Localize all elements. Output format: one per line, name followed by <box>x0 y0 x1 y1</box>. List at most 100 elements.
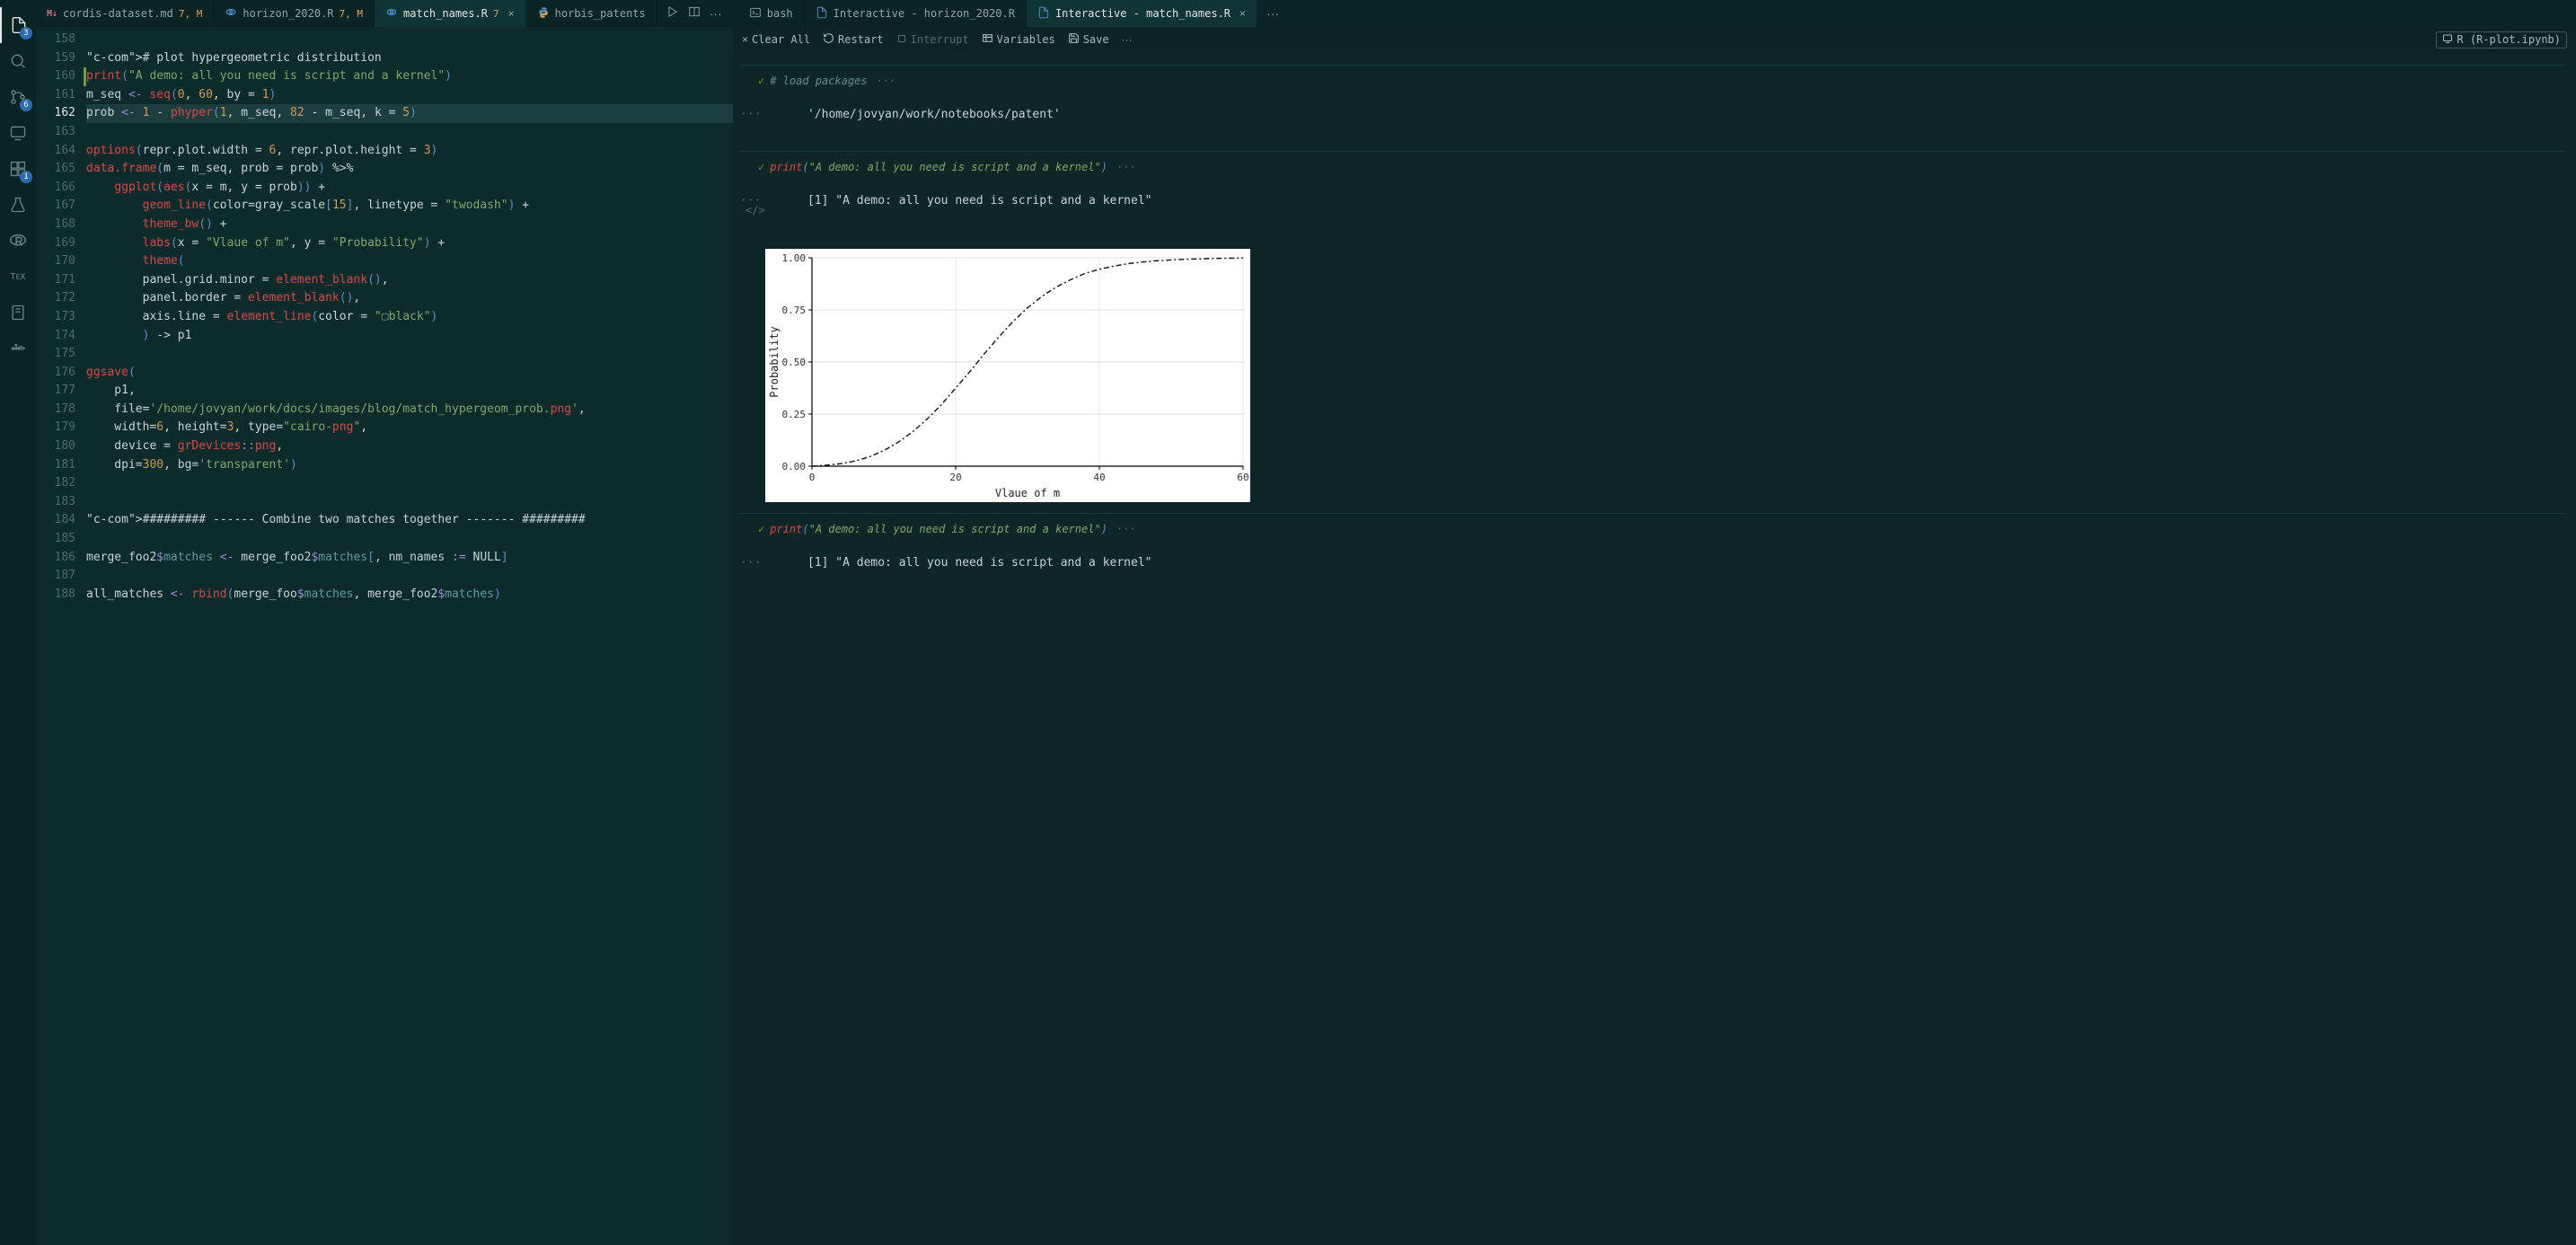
tab-label: match_names.R <box>403 7 488 20</box>
svg-text:0.50: 0.50 <box>782 357 807 368</box>
out-text: '/home/jovyan/work/notebooks/patent' <box>807 108 1061 121</box>
svg-text:0: 0 <box>809 472 816 483</box>
svg-text:0.25: 0.25 <box>782 409 807 420</box>
tab-status: 7, M <box>340 8 364 20</box>
tab-status: 7, M <box>179 8 203 20</box>
restart-button[interactable]: Restart <box>823 32 884 47</box>
out-prefix: ··· <box>740 556 761 570</box>
tb-label: Clear All <box>752 33 810 46</box>
svg-text:Vlaue of m: Vlaue of m <box>995 487 1060 499</box>
out-prefix: ··· <box>740 108 761 121</box>
tab-horizon[interactable]: horizon_2020.R 7, M <box>214 0 375 27</box>
save-button[interactable]: Save <box>1068 32 1109 47</box>
tab-label: Interactive - match_names.R <box>1055 7 1231 20</box>
stop-icon <box>896 33 907 47</box>
more-icon[interactable]: ··· <box>1122 33 1133 46</box>
restart-icon <box>823 32 834 47</box>
cells-area: ✓ # load packages ··· ··· '/home/jovyan/w… <box>733 52 2576 1245</box>
close-icon: × <box>742 33 748 46</box>
clear-all-button[interactable]: × Clear All <box>742 33 810 46</box>
plot-output: 0 20 40 60 0.00 0.25 0.50 0.75 1.00 Vlaue of m Pro… <box>765 249 1250 502</box>
interrupt-button: Interrupt <box>896 33 969 47</box>
line-gutter: 1581591601611621631641651661671681691701… <box>36 27 86 1245</box>
file-icon <box>816 6 828 22</box>
out-text: [1] "A demo: all you need is script and … <box>807 194 1152 208</box>
variables-icon <box>982 32 993 47</box>
cell-fn: print <box>770 161 802 173</box>
explorer-badge: 3 <box>20 27 32 40</box>
tab-interactive-match[interactable]: Interactive - match_names.R × <box>1027 0 1257 27</box>
tb-label: Interrupt <box>911 33 969 46</box>
svg-text:0.00: 0.00 <box>782 461 807 472</box>
svg-text:Probability: Probability <box>768 326 781 397</box>
save-icon <box>1068 32 1080 47</box>
docker-icon[interactable] <box>0 331 36 366</box>
python-icon <box>537 6 550 22</box>
tex-icon[interactable]: TEX <box>0 259 36 295</box>
remote-icon[interactable] <box>0 115 36 151</box>
svg-text:20: 20 <box>949 472 961 483</box>
svg-text:40: 40 <box>1093 472 1105 483</box>
check-icon: ✓ <box>758 75 764 87</box>
more-icon[interactable]: ··· <box>710 6 722 21</box>
cell-arg: "A demo: all you need is script and a ke… <box>809 523 1101 535</box>
kernel-selector[interactable]: R (R-plot.ipynb) <box>2436 31 2567 49</box>
tab-status: 7 <box>493 8 499 20</box>
markdown-icon: M↓ <box>47 9 57 19</box>
tab-cordis[interactable]: M↓ cordis-dataset.md 7, M <box>36 0 214 27</box>
ext-badge: 1 <box>20 171 32 183</box>
code-area[interactable]: "c-com"># plot hypergeometric distributi… <box>86 27 733 1245</box>
notebook-icon[interactable] <box>0 295 36 331</box>
code-editor[interactable]: 1581591601611621631641651661671681691701… <box>36 27 733 1245</box>
r-file-icon <box>225 6 237 22</box>
run-icon[interactable] <box>666 5 679 22</box>
variables-button[interactable]: Variables <box>982 32 1055 47</box>
file-icon <box>1037 6 1050 22</box>
explorer-icon[interactable]: 3 <box>0 7 36 43</box>
tab-match-names[interactable]: match_names.R 7 × <box>375 0 526 27</box>
svg-text:60: 60 <box>1237 472 1248 483</box>
tb-label: Restart <box>838 33 884 46</box>
tab-label: bash <box>767 7 793 20</box>
cell-header[interactable]: ✓ print("A demo: all you need is script … <box>740 519 2565 539</box>
cell-header-text: # load packages <box>770 75 867 87</box>
extensions-icon[interactable]: 1 <box>0 151 36 187</box>
scm-icon[interactable]: 6 <box>0 79 36 115</box>
kernel-label: R (R-plot.ipynb) <box>2457 33 2561 46</box>
scm-badge: 6 <box>20 99 32 111</box>
close-icon[interactable]: × <box>1239 7 1246 20</box>
code-icon[interactable]: </> <box>745 204 765 216</box>
cell-arg: "A demo: all you need is script and a ke… <box>809 161 1101 173</box>
close-icon[interactable]: × <box>508 7 515 20</box>
interactive-panel: × Clear All Restart Interrupt Variables … <box>733 27 2576 1245</box>
split-icon[interactable] <box>688 5 701 22</box>
tab-horbis[interactable]: horbis_patents <box>526 0 657 27</box>
tb-label: Variables <box>997 33 1055 46</box>
check-icon: ✓ <box>758 523 764 535</box>
cell-output: ···[1] "A demo: all you need is script a… <box>740 177 2565 245</box>
tab-label: horizon_2020.R <box>243 7 333 20</box>
tab-bash[interactable]: bash <box>738 0 805 27</box>
tab-interactive-horizon[interactable]: Interactive - horizon_2020.R <box>805 0 1027 27</box>
cell-header[interactable]: ✓ # load packages ··· <box>740 71 2565 91</box>
out-text: [1] "A demo: all you need is script and … <box>807 556 1152 570</box>
search-icon[interactable] <box>0 43 36 79</box>
tab-bar: M↓ cordis-dataset.md 7, M horizon_2020.R… <box>36 0 2576 27</box>
cell-header[interactable]: ✓ print("A demo: all you need is script … <box>740 157 2565 177</box>
kernel-icon <box>2442 33 2453 47</box>
tab-label: horbis_patents <box>555 7 646 20</box>
more-icon[interactable]: ··· <box>1266 6 1279 21</box>
tb-label: Save <box>1083 33 1109 46</box>
r-icon[interactable] <box>0 223 36 259</box>
cell-output: ··· '/home/jovyan/work/notebooks/patent' <box>740 91 2565 146</box>
tab-label: cordis-dataset.md <box>63 7 173 20</box>
cell-fn: print <box>770 523 802 535</box>
tab-label: Interactive - horizon_2020.R <box>834 7 1015 20</box>
r-file-icon <box>385 6 398 22</box>
cell-output: ··· [1] "A demo: all you need is script a… <box>740 539 2565 594</box>
interactive-toolbar: × Clear All Restart Interrupt Variables … <box>733 27 2576 52</box>
svg-text:1.00: 1.00 <box>782 252 807 264</box>
terminal-icon <box>749 6 762 22</box>
test-icon[interactable] <box>0 187 36 223</box>
svg-text:0.75: 0.75 <box>782 305 807 316</box>
